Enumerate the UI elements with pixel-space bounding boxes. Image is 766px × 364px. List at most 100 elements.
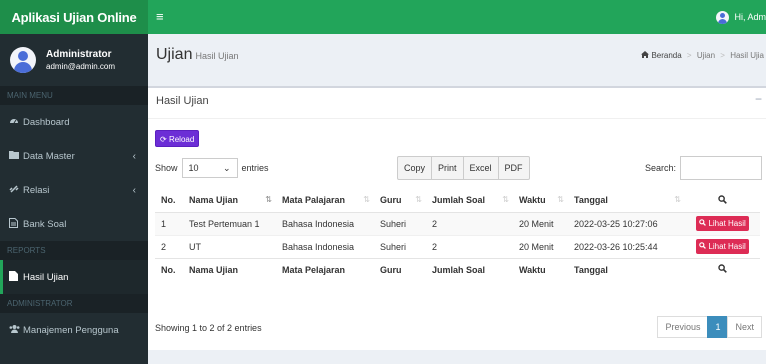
col-header-nama-ujian[interactable]: Nama Ujian ⇅ [183, 189, 276, 213]
cell-waktu: 20 Menit [513, 234, 568, 258]
cell-waktu: 20 Menit [513, 211, 568, 235]
chevron-down-icon: ⌄ [222, 162, 231, 173]
breadcrumb: Beranda > Ujian > Hasil Ujia [641, 51, 764, 60]
page-title-text: Ujian [156, 46, 193, 63]
sidebar-item-label: Hasil Ujian [23, 271, 69, 283]
lihat-hasil-label: Lihat Hasil [708, 219, 746, 228]
lihat-hasil-label: Lihat Hasil [708, 242, 746, 251]
search-label: Search: [644, 163, 676, 173]
entries-length: Show 10 ⌄ entries [155, 158, 269, 178]
chevron-left-icon: ‹ [132, 151, 136, 162]
export-buttons: Copy Print Excel PDF [397, 156, 530, 180]
app-logo[interactable]: Aplikasi Ujian Online [0, 0, 148, 34]
excel-button[interactable]: Excel [463, 156, 499, 180]
user-greeting: Hi, Adm [734, 12, 766, 22]
entries-value: 10 [188, 163, 199, 173]
sidebar-item-relasi[interactable]: Relasi ‹ [0, 173, 148, 207]
top-navbar: ≡ Hi, Adm [148, 0, 766, 34]
entries-select[interactable]: 10 ⌄ [181, 158, 238, 178]
col-header-jumlah-soal[interactable]: Jumlah Soal ⇅ [426, 189, 513, 213]
cell-jumlah-soal: 2 [426, 211, 513, 235]
sidebar-item-label: Manajemen Pengguna [23, 324, 119, 336]
sidebar-item-label: Relasi [23, 184, 50, 196]
pagination: Previous 1 Next [657, 316, 762, 338]
cell-guru: Suheri [374, 234, 426, 258]
col-header-no[interactable]: No. [155, 189, 183, 213]
user-name: Administrator [46, 49, 112, 60]
cell-guru: Suheri [374, 211, 426, 235]
folder-icon [9, 150, 23, 162]
cell-action: Lihat Hasil [685, 211, 760, 235]
table-header-row: No. Nama Ujian ⇅ Mata Palajaran ⇅ Guru ⇅ Ju… [155, 189, 760, 213]
reload-button[interactable]: ⟳ Reload [155, 130, 200, 147]
home-icon [641, 51, 651, 60]
menu-header-administrator: ADMINISTRATOR [0, 294, 148, 313]
search-input[interactable] [680, 156, 762, 180]
sort-icon: ⇅ [557, 195, 564, 204]
col-footer-mata-pelajaran: Mata Pelajaran [276, 257, 374, 281]
sort-icon: ⇅ [363, 195, 370, 204]
sidebar-item-label: Dashboard [23, 116, 70, 128]
menu-header-reports: REPORTS [0, 241, 148, 260]
pdf-button[interactable]: PDF [498, 156, 530, 180]
user-menu[interactable]: Hi, Adm [716, 0, 766, 34]
col-footer-no: No. [155, 257, 183, 281]
col-header-label: Nama Ujian [189, 195, 239, 206]
content-header: Ujian Hasil Ujian Beranda > Ujian > Hasil… [148, 34, 766, 80]
sort-icon: ⇅ [502, 195, 509, 204]
lihat-hasil-button[interactable]: Lihat Hasil [696, 216, 749, 231]
page-1-button[interactable]: 1 [707, 316, 729, 338]
col-header-label: Waktu [519, 195, 546, 206]
show-label: Show [155, 163, 178, 173]
print-button[interactable]: Print [432, 156, 464, 180]
col-footer-waktu: Waktu [513, 257, 568, 281]
cell-tanggal: 2022-03-25 10:27:06 [568, 211, 685, 235]
col-header-label: Mata Palajaran [282, 195, 346, 206]
next-button[interactable]: Next [727, 316, 762, 338]
breadcrumb-ujian[interactable]: Ujian [697, 51, 715, 60]
sort-icon: ⇅ [674, 195, 681, 204]
file-icon [9, 270, 23, 284]
breadcrumb-separator: > [686, 51, 692, 60]
cell-jumlah-soal: 2 [426, 234, 513, 258]
breadcrumb-home[interactable]: Beranda [651, 51, 681, 60]
collapse-button[interactable]: − [755, 92, 762, 106]
table-row: 2 UT Bahasa Indonesia Suheri 2 20 Menit … [155, 234, 760, 258]
sort-asc-icon: ⇅ [265, 195, 272, 204]
cell-no: 1 [155, 211, 183, 235]
breadcrumb-current: Hasil Ujia [730, 51, 764, 60]
col-header-action [685, 189, 760, 213]
cell-action: Lihat Hasil [685, 234, 760, 258]
sort-icon: ⇅ [415, 195, 422, 204]
link-icon [9, 184, 23, 197]
page-subtitle: Hasil Ujian [195, 51, 239, 61]
sidebar-item-hasil-ujian[interactable]: Hasil Ujian [0, 260, 148, 294]
col-header-tanggal[interactable]: Tanggal ⇅ [568, 189, 685, 213]
col-header-waktu[interactable]: Waktu ⇅ [513, 189, 568, 213]
sidebar-item-dashboard[interactable]: Dashboard [0, 105, 148, 139]
sidebar-item-bank-soal[interactable]: Bank Soal [0, 207, 148, 241]
users-icon [9, 324, 23, 337]
copy-button[interactable]: Copy [397, 156, 433, 180]
chevron-left-icon: ‹ [132, 185, 136, 196]
menu-toggle-icon[interactable]: ≡ [156, 9, 164, 24]
col-footer-action [685, 257, 760, 281]
cell-mata-pelajaran: Bahasa Indonesia [276, 234, 374, 258]
cell-mata-pelajaran: Bahasa Indonesia [276, 211, 374, 235]
box-title: Hasil Ujian [156, 95, 209, 107]
sidebar-item-label: Data Master [23, 150, 75, 162]
user-email: admin@admin.com [46, 62, 116, 71]
previous-button[interactable]: Previous [657, 316, 709, 338]
file-icon [9, 217, 23, 231]
col-header-mata-pelajaran[interactable]: Mata Palajaran ⇅ [276, 189, 374, 213]
lihat-hasil-button[interactable]: Lihat Hasil [696, 239, 749, 254]
sidebar-item-label: Bank Soal [23, 218, 67, 230]
page-title: Ujian Hasil Ujian [156, 46, 238, 64]
table-footer-row: No. Nama Ujian Mata Pelajaran Guru Jumla… [155, 257, 760, 281]
col-header-label: Jumlah Soal [432, 195, 486, 206]
sidebar-item-manajemen-pengguna[interactable]: Manajemen Pengguna [0, 313, 148, 347]
col-header-guru[interactable]: Guru ⇅ [374, 189, 426, 213]
sidebar-item-data-master[interactable]: Data Master ‹ [0, 139, 148, 173]
sidebar: Administrator admin@admin.com MAIN MENU … [0, 34, 148, 364]
dashboard-icon [9, 116, 23, 129]
